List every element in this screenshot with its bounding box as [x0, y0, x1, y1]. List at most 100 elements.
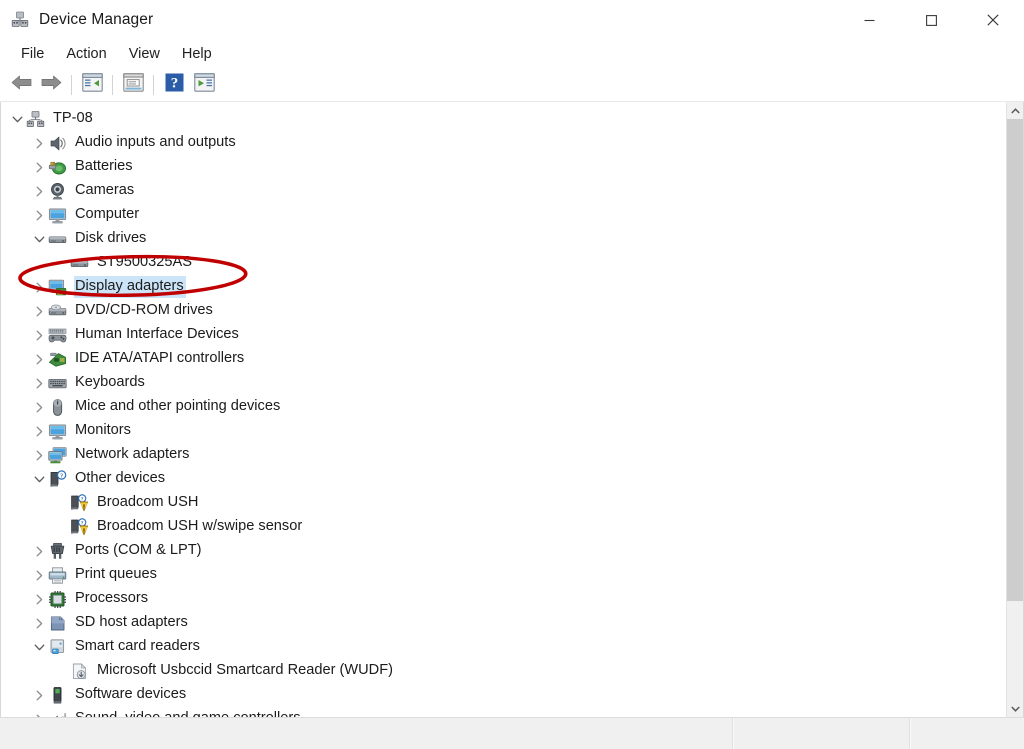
menu-view[interactable]: View [118, 43, 171, 65]
scroll-thumb[interactable] [1007, 119, 1023, 601]
smart-card-reader-icon [48, 638, 67, 657]
scan-for-hardware-changes-icon [194, 73, 215, 97]
tree-node-spacer [53, 659, 70, 683]
device-tree-pane[interactable]: TP-08 Audio inputs and outputs Batteries… [1, 102, 1006, 717]
tree-node-label: Broadcom USH w/swipe sensor [96, 516, 304, 538]
back-arrow-icon [10, 74, 33, 96]
tree-node[interactable]: Sound, video and game controllers [1, 707, 1006, 717]
close-button[interactable] [962, 0, 1024, 40]
device-manager-window: Device Manager File Action View Help [0, 0, 1024, 749]
tree-node[interactable]: Computer [1, 203, 1006, 227]
maximize-button[interactable] [900, 0, 962, 40]
show-hide-console-tree-icon [82, 73, 103, 97]
tree-node[interactable]: Cameras [1, 179, 1006, 203]
tree-node[interactable]: Network adapters [1, 443, 1006, 467]
scroll-down-button[interactable] [1007, 700, 1023, 717]
keyboard-icon [48, 374, 67, 393]
tree-node-label: Mice and other pointing devices [74, 396, 282, 418]
tree-node-label: TP-08 [52, 108, 95, 130]
chevron-right-icon[interactable] [31, 299, 48, 323]
chevron-right-icon[interactable] [31, 347, 48, 371]
menu-file[interactable]: File [10, 43, 55, 65]
chevron-down-icon[interactable] [9, 107, 26, 131]
chevron-right-icon[interactable] [31, 539, 48, 563]
tree-node-label: Disk drives [74, 228, 148, 250]
chevron-right-icon[interactable] [31, 611, 48, 635]
tree-node[interactable]: Display adapters [1, 275, 1006, 299]
tree-node[interactable]: Smart card readers [1, 635, 1006, 659]
chevron-right-icon[interactable] [31, 371, 48, 395]
minimize-button[interactable] [838, 0, 900, 40]
toolbar-forward-button[interactable] [36, 71, 66, 99]
menu-help[interactable]: Help [171, 43, 223, 65]
chevron-right-icon[interactable] [31, 155, 48, 179]
battery-icon [48, 158, 67, 177]
tree-node[interactable]: Microsoft Usbccid Smartcard Reader (WUDF… [1, 659, 1006, 683]
disk-drive-icon [48, 230, 67, 249]
smart-card-device-icon [70, 662, 89, 681]
tree-node[interactable]: DVD/CD-ROM drives [1, 299, 1006, 323]
tree-node-label: Software devices [74, 684, 188, 706]
port-connector-icon [48, 542, 67, 561]
chevron-right-icon[interactable] [31, 275, 48, 299]
toolbar-console-tree-button[interactable] [77, 71, 107, 99]
chevron-right-icon[interactable] [31, 203, 48, 227]
tree-node[interactable]: Disk drives [1, 227, 1006, 251]
tree-node[interactable]: TP-08 [1, 107, 1006, 131]
chevron-right-icon[interactable] [31, 443, 48, 467]
toolbar-help-button[interactable]: ? [159, 71, 189, 99]
toolbar-properties-button[interactable] [118, 71, 148, 99]
tree-node[interactable]: Print queues [1, 563, 1006, 587]
tree-node[interactable]: ? Broadcom USH w/swipe sensor [1, 515, 1006, 539]
tree-node-label: Print queues [74, 564, 159, 586]
network-adapter-icon [48, 446, 67, 465]
tree-node[interactable]: Monitors [1, 419, 1006, 443]
title-bar: Device Manager [0, 0, 1024, 40]
tree-node-label: Computer [74, 204, 141, 226]
tree-node-label: Ports (COM & LPT) [74, 540, 204, 562]
content-area: TP-08 Audio inputs and outputs Batteries… [0, 102, 1024, 717]
device-tree: TP-08 Audio inputs and outputs Batteries… [1, 107, 1006, 717]
scroll-up-button[interactable] [1007, 102, 1023, 119]
chevron-right-icon[interactable] [31, 563, 48, 587]
chevron-down-icon[interactable] [31, 227, 48, 251]
tree-node-label: Broadcom USH [96, 492, 200, 514]
tree-node-label: DVD/CD-ROM drives [74, 300, 215, 322]
vertical-scrollbar[interactable] [1006, 102, 1023, 717]
sound-controller-icon [48, 710, 67, 718]
tree-node[interactable]: IDE ATA/ATAPI controllers [1, 347, 1006, 371]
speaker-icon [48, 134, 67, 153]
chevron-right-icon[interactable] [31, 419, 48, 443]
tree-node-label: Smart card readers [74, 636, 202, 658]
tree-node[interactable]: Human Interface Devices [1, 323, 1006, 347]
chevron-right-icon[interactable] [31, 707, 48, 717]
menu-action[interactable]: Action [55, 43, 117, 65]
hid-gamepad-icon [48, 326, 67, 345]
tree-node[interactable]: Software devices [1, 683, 1006, 707]
chevron-down-icon[interactable] [31, 467, 48, 491]
status-pane-2 [733, 718, 910, 749]
chevron-right-icon[interactable] [31, 395, 48, 419]
tree-node[interactable]: ST9500325AS [1, 251, 1006, 275]
toolbar-back-button[interactable] [6, 71, 36, 99]
toolbar-scan-hardware-button[interactable] [189, 71, 219, 99]
chevron-right-icon[interactable] [31, 323, 48, 347]
tree-node[interactable]: Audio inputs and outputs [1, 131, 1006, 155]
tree-node[interactable]: Ports (COM & LPT) [1, 539, 1006, 563]
chevron-down-icon[interactable] [31, 635, 48, 659]
tree-node[interactable]: ? Other devices [1, 467, 1006, 491]
tree-node[interactable]: Mice and other pointing devices [1, 395, 1006, 419]
tree-node[interactable]: Keyboards [1, 371, 1006, 395]
chevron-right-icon[interactable] [31, 179, 48, 203]
monitor-icon [48, 422, 67, 441]
tree-node[interactable]: Batteries [1, 155, 1006, 179]
chevron-right-icon[interactable] [31, 131, 48, 155]
chevron-right-icon[interactable] [31, 683, 48, 707]
software-device-icon [48, 686, 67, 705]
tree-node-label: Keyboards [74, 372, 147, 394]
tree-node[interactable]: ? Broadcom USH [1, 491, 1006, 515]
scroll-track[interactable] [1007, 119, 1023, 700]
chevron-right-icon[interactable] [31, 587, 48, 611]
tree-node[interactable]: Processors [1, 587, 1006, 611]
tree-node[interactable]: SD host adapters [1, 611, 1006, 635]
